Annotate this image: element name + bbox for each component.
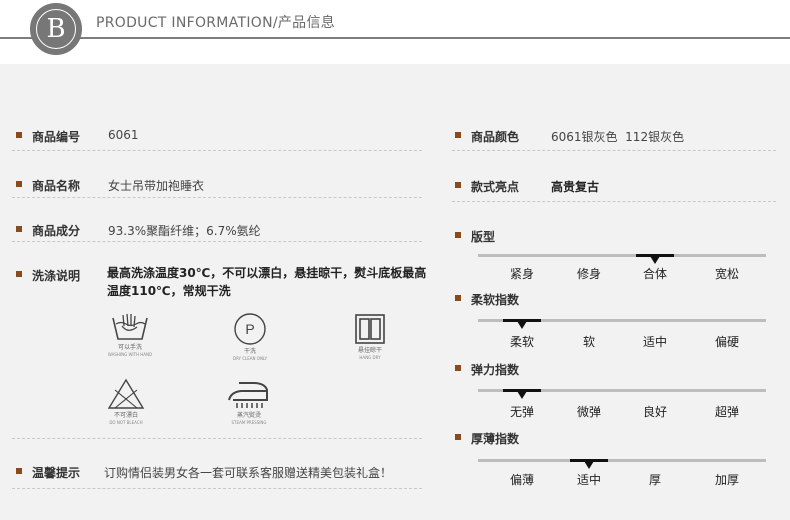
fit-scale-pointer-icon — [650, 256, 660, 264]
thickness-option: 加厚 — [714, 473, 740, 487]
elasticity-option: 微弹 — [576, 405, 602, 419]
row-divider — [12, 488, 422, 489]
tips-label: 温馨提示 — [32, 466, 81, 480]
fit-option: 合体 — [642, 267, 668, 281]
row-divider — [12, 150, 422, 151]
color-row: 商品颜色 6061银灰色 112银灰色 — [455, 126, 775, 150]
style-value: 高贵复古 — [551, 180, 600, 194]
softness-scale-row: 柔软指数 — [455, 289, 575, 313]
row-divider — [452, 201, 776, 202]
row-divider — [12, 241, 422, 242]
hand-wash-glyph — [112, 313, 148, 340]
bullet-icon — [16, 226, 22, 232]
care-caption-en: DO NOT BLEACH — [109, 420, 143, 425]
hang-dry-glyph — [355, 314, 385, 344]
care-caption: 不可漂白 — [113, 412, 138, 419]
no-bleach-icon: 不可漂白 DO NOT BLEACH — [94, 378, 158, 426]
care-caption-en: STEAM PRESSING — [231, 420, 267, 425]
bullet-icon — [455, 365, 461, 371]
softness-option: 适中 — [642, 335, 668, 349]
tips-row: 温馨提示 订购情侣装男女各一套可联系客服赠送精美包装礼盒！ — [16, 462, 436, 486]
row-divider — [12, 438, 422, 439]
elasticity-scale-label: 弹力指数 — [471, 363, 520, 377]
care-caption-en: WASHING WITH HAND — [107, 352, 153, 357]
bullet-icon — [16, 132, 22, 138]
fit-option: 紧身 — [509, 267, 535, 281]
item-no-value: 6061 — [108, 128, 139, 142]
bullet-icon — [455, 232, 461, 238]
elasticity-option: 无弹 — [509, 405, 535, 419]
thickness-option: 厚 — [648, 473, 662, 487]
hand-wash-icon: 可以手洗 WASHING WITH HAND — [98, 312, 162, 358]
logo-letter: B — [36, 9, 76, 49]
steam-iron-icon: 蒸汽熨烫 STEAM PRESSING — [216, 380, 282, 426]
elasticity-scale-row: 弹力指数 — [455, 359, 575, 383]
color-value: 6061银灰色 112银灰色 — [551, 130, 685, 144]
color-label: 商品颜色 — [471, 130, 520, 144]
bullet-icon — [455, 182, 461, 188]
svg-text:P: P — [245, 321, 254, 337]
row-divider — [452, 150, 776, 151]
row-divider — [12, 197, 422, 198]
item-no-row: 商品编号 6061 — [16, 126, 426, 150]
care-caption: 悬挂晾干 — [357, 347, 382, 354]
bullet-icon — [16, 181, 22, 187]
care-caption-en: HANG DRY — [359, 355, 381, 360]
care-caption: 干洗 — [243, 348, 256, 355]
thickness-scale-label: 厚薄指数 — [471, 432, 520, 446]
style-row: 款式亮点 高贵复古 — [455, 176, 775, 200]
composition-value: 93.3%聚酯纤维；6.7%氨纶 — [108, 224, 261, 238]
fit-scale-label: 版型 — [471, 230, 496, 244]
dry-clean-glyph: P — [234, 313, 266, 345]
softness-option: 偏硬 — [714, 335, 740, 349]
care-caption: 可以手洗 — [117, 344, 142, 351]
thickness-scale-bar — [478, 459, 766, 462]
thickness-option: 偏薄 — [509, 473, 535, 487]
thickness-scale-pointer-icon — [584, 461, 594, 469]
dry-clean-icon: P 干洗 DRY CLEAN ONLY — [218, 312, 282, 362]
care-caption-en: DRY CLEAN ONLY — [232, 356, 268, 361]
thickness-option: 适中 — [576, 473, 602, 487]
name-label: 商品名称 — [32, 179, 81, 193]
wash-instructions: 最高洗涤温度30℃，不可以漂白，悬挂晾干，熨斗底板最高温度110℃，常规干洗 — [107, 266, 427, 298]
care-caption: 蒸汽熨烫 — [236, 412, 261, 419]
softness-scale-pointer-icon — [517, 321, 527, 329]
section-title: PRODUCT INFORMATION/产品信息 — [96, 12, 344, 32]
header-divider — [0, 37, 790, 39]
fit-scale-bar — [478, 254, 766, 257]
softness-option: 软 — [582, 335, 596, 349]
hang-dry-icon: 悬挂晾干 HANG DRY — [338, 313, 402, 361]
bullet-icon — [455, 132, 461, 138]
tips-value: 订购情侣装男女各一套可联系客服赠送精美包装礼盒！ — [104, 466, 393, 480]
fit-scale-row: 版型 — [455, 226, 575, 250]
softness-scale-label: 柔软指数 — [471, 293, 520, 307]
thickness-scale-row: 厚薄指数 — [455, 428, 575, 452]
wash-row: 洗涤说明 — [16, 265, 106, 289]
brand-logo: B — [30, 3, 82, 55]
bullet-icon — [16, 468, 22, 474]
steam-iron-glyph — [228, 382, 268, 408]
elasticity-option: 超弹 — [714, 405, 740, 419]
fit-option: 宽松 — [714, 267, 740, 281]
softness-option: 柔软 — [509, 335, 535, 349]
bullet-icon — [455, 295, 461, 301]
wash-label: 洗涤说明 — [32, 269, 81, 283]
bullet-icon — [16, 271, 22, 277]
bullet-icon — [455, 434, 461, 440]
name-row: 商品名称 女士吊带加袍睡衣 — [16, 175, 426, 199]
name-value: 女士吊带加袍睡衣 — [108, 179, 205, 193]
item-no-label: 商品编号 — [32, 130, 81, 144]
page-header: B PRODUCT INFORMATION/产品信息 — [0, 0, 790, 64]
elasticity-option: 良好 — [642, 405, 668, 419]
elasticity-scale-pointer-icon — [517, 391, 527, 399]
composition-label: 商品成分 — [32, 224, 81, 238]
fit-option: 修身 — [576, 267, 602, 281]
no-bleach-glyph — [107, 378, 145, 409]
style-label: 款式亮点 — [471, 180, 520, 194]
